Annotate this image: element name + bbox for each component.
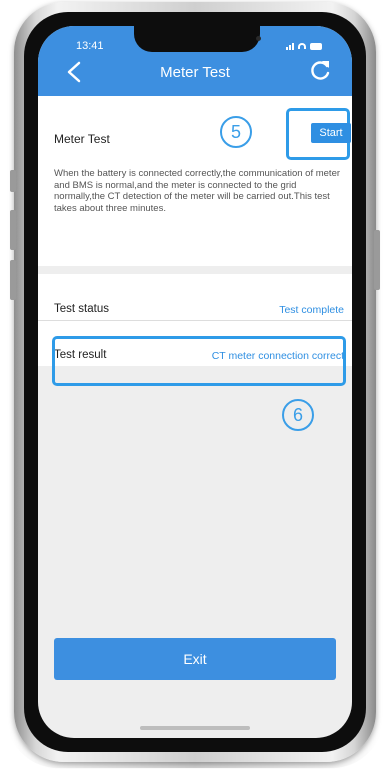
- wifi-icon: [298, 43, 306, 49]
- battery-icon: [310, 42, 322, 50]
- phone-volume-down-button: [10, 260, 16, 300]
- exit-button[interactable]: Exit: [54, 638, 336, 680]
- test-status-value: Test complete: [279, 304, 344, 316]
- home-indicator: [140, 726, 250, 730]
- start-button[interactable]: Start: [311, 123, 351, 143]
- step-5-marker: 5: [220, 116, 252, 148]
- nav-bar: 13:41 Meter Test: [38, 26, 352, 96]
- meter-test-label: Meter Test: [54, 132, 110, 146]
- step-6-marker: 6: [282, 399, 314, 431]
- test-result-highlight-box: [52, 336, 346, 386]
- refresh-icon[interactable]: [308, 58, 332, 82]
- meter-test-description: When the battery is connected correctly,…: [54, 168, 341, 214]
- signal-icon: [286, 42, 294, 50]
- row-divider: [38, 320, 352, 321]
- test-status-label: Test status: [54, 303, 109, 315]
- camera-icon: [256, 36, 261, 41]
- phone-side-button: [10, 170, 16, 192]
- app-screen: 13:41 Meter Test Meter Test 5 Start When…: [38, 26, 352, 738]
- page-title: Meter Test: [160, 64, 230, 81]
- phone-power-button: [374, 230, 380, 290]
- camera-notch: [134, 26, 260, 52]
- status-time: 13:41: [76, 40, 104, 52]
- status-icons: [286, 42, 322, 50]
- meter-test-card: Meter Test 5 Start When the battery is c…: [38, 96, 352, 266]
- phone-volume-up-button: [10, 210, 16, 250]
